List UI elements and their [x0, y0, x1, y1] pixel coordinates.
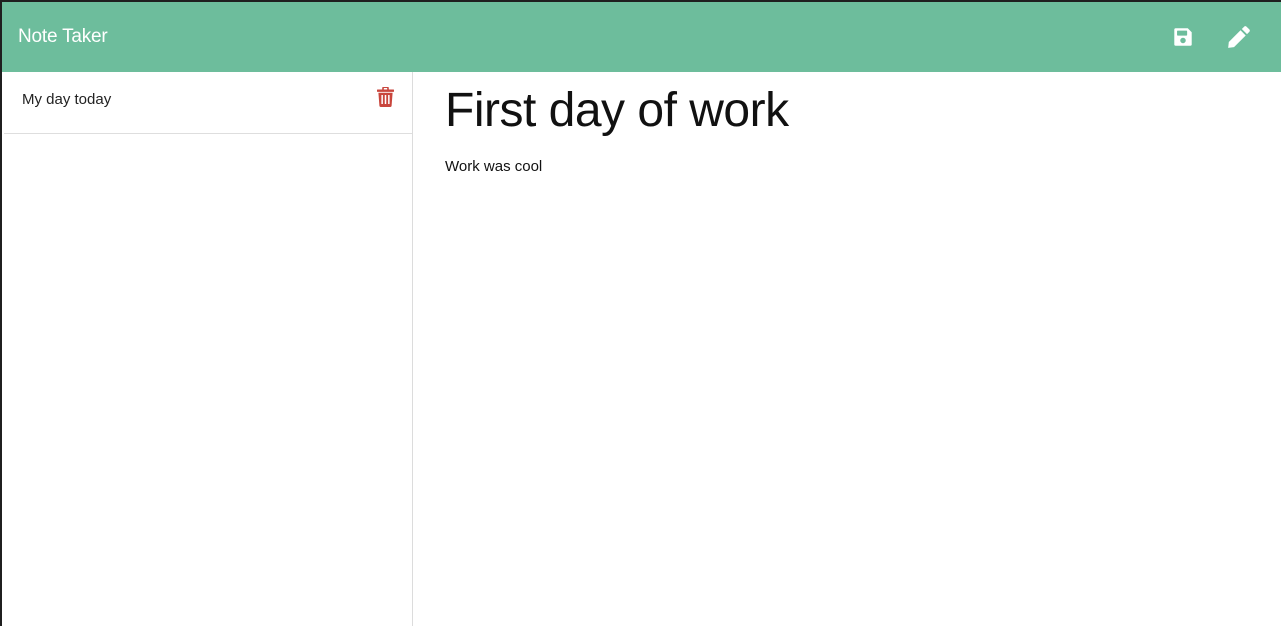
list-item[interactable]: My day today	[4, 72, 412, 134]
delete-note-button[interactable]	[376, 86, 394, 108]
save-note-button[interactable]	[1169, 23, 1197, 51]
notes-sidebar: My day today	[2, 72, 413, 626]
note-list-item-label: My day today	[22, 91, 112, 108]
content-area: My day today First day of work Work was …	[2, 72, 1281, 626]
pen-icon	[1228, 26, 1250, 48]
save-icon	[1174, 28, 1192, 46]
app-window: Note Taker My day today First day of wor…	[0, 0, 1281, 626]
trash-icon	[376, 86, 394, 107]
navbar: Note Taker	[2, 2, 1281, 72]
new-note-button[interactable]	[1225, 23, 1253, 51]
navbar-actions	[1169, 2, 1281, 72]
app-brand[interactable]: Note Taker	[18, 26, 108, 48]
note-title-field[interactable]: First day of work	[445, 82, 1281, 140]
note-text-field[interactable]: Work was cool	[445, 158, 1281, 175]
note-editor: First day of work Work was cool	[413, 72, 1281, 626]
